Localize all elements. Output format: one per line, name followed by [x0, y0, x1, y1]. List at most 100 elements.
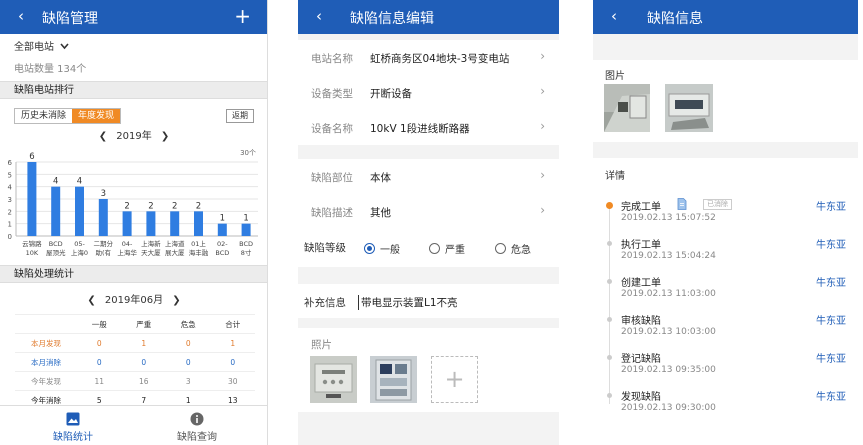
bar-value-label: 3 — [101, 189, 106, 199]
field-station-name[interactable]: 电站名称 虹桥商务区04地块-3号变电站 › — [298, 40, 559, 75]
station-filter[interactable]: 全部电站 — [0, 37, 267, 59]
table-cell: 0 — [77, 352, 122, 372]
bar-chart-svg: 012345630个6云锦路10K4BCD屋顶光405-上海03二期分助(有20… — [8, 149, 258, 257]
picture-section: 图片 — [593, 60, 858, 142]
defect-ranking-chart: 0 1 2 3 4 5 6 30个 6 云锦路 10K 4 BCD 屋顶光 4 05- 上海0 3 二期分 助(有 2 0… — [0, 146, 267, 262]
defect-picture[interactable] — [665, 84, 713, 132]
y-tick-label: 3 — [8, 196, 12, 204]
x-tick-label: 04- — [122, 240, 133, 248]
timeline-dot — [607, 241, 612, 246]
radio-unchecked-icon — [495, 243, 506, 254]
tab-query-label: 缺陷查询 — [177, 432, 217, 443]
prev-year-icon[interactable]: ❮ — [99, 131, 107, 142]
timeline-dot — [607, 279, 612, 284]
table-header-cell: 一般 — [77, 314, 122, 334]
prev-month-icon[interactable]: ❮ — [87, 295, 95, 306]
table-cell: 0 — [166, 333, 211, 353]
photo-thumbnail[interactable] — [370, 356, 417, 403]
field-supplement: 补充信息 带电显示装置L1不亮 — [298, 284, 559, 318]
bar-value-label: 2 — [148, 201, 153, 211]
tab-query[interactable]: 缺陷查询 — [152, 412, 242, 443]
x-tick-label: 展大厦 — [165, 248, 185, 257]
field-defect-part[interactable]: 缺陷部位 本体 › — [298, 159, 559, 194]
table-cell: 3 — [166, 371, 211, 391]
chart-bar — [98, 199, 108, 236]
table-header-row: 一般 严重 危急 合计 — [15, 314, 255, 334]
toggle-annual[interactable]: 年度发现 — [72, 109, 121, 123]
back-icon[interactable]: ‹ — [316, 7, 322, 25]
supplement-input[interactable]: 带电显示装置L1不亮 — [358, 295, 458, 310]
field-value: 开断设备 — [370, 88, 412, 100]
x-tick-label: 上海新 — [141, 239, 161, 248]
table-cell: 16 — [121, 371, 166, 391]
defect-management-panel: ‹ 缺陷管理 + 全部电站 电站数量 134个 缺陷电站排行 历史未消除 年度发… — [0, 0, 268, 445]
timeline-title: 完成工单 — [621, 202, 661, 213]
field-device-type[interactable]: 设备类型 开断设备 › — [298, 75, 559, 110]
table-row: 本月消除 0 0 0 0 — [15, 352, 255, 372]
field-label: 设备类型 — [311, 88, 353, 100]
table-cell: 0 — [166, 352, 211, 372]
timeline-user[interactable]: 牛东亚 — [816, 312, 846, 327]
timeline-title: 发现缺陷 — [621, 392, 661, 403]
table-cell: 0 — [121, 352, 166, 372]
level-radio-critical[interactable]: 危急 — [495, 241, 531, 256]
tab-stats[interactable]: 缺陷统计 — [28, 412, 118, 443]
timeline-user[interactable]: 牛东亚 — [816, 350, 846, 365]
level-radio-serious[interactable]: 严重 — [429, 241, 465, 256]
table-cell: 0 — [77, 333, 122, 353]
stats-section-title: 缺陷处理统计 — [0, 265, 267, 283]
timeline-user[interactable]: 牛东亚 — [816, 388, 846, 403]
add-icon[interactable]: + — [234, 4, 251, 28]
photo-thumbnail[interactable] — [310, 356, 357, 403]
table-header-cell: 危急 — [166, 314, 211, 334]
next-month-icon[interactable]: ❯ — [172, 295, 180, 306]
x-tick-label: 上海0 — [71, 248, 88, 257]
month-navigator: ❮ 2019年06月 ❯ — [0, 291, 267, 306]
info-icon — [190, 412, 204, 426]
timeline-date: 2019.02.13 15:04:24 — [621, 251, 716, 261]
y-tick-label: 5 — [8, 171, 12, 179]
timeline-user[interactable]: 牛东亚 — [816, 236, 846, 251]
timeline-user[interactable]: 牛东亚 — [816, 198, 846, 213]
back-icon[interactable]: ‹ — [18, 7, 24, 25]
table-cell: 1 — [121, 333, 166, 353]
page-title: 缺陷管理 — [42, 11, 98, 27]
timeline-date: 2019.02.13 15:07:52 — [621, 213, 716, 223]
chevron-right-icon: › — [540, 168, 545, 182]
next-year-icon[interactable]: ❯ — [161, 131, 169, 142]
radio-unchecked-icon — [429, 243, 440, 254]
defect-picture[interactable] — [604, 84, 650, 132]
bar-value-label: 1 — [220, 214, 225, 224]
back-icon[interactable]: ‹ — [611, 7, 617, 25]
chevron-right-icon: › — [540, 84, 545, 98]
photo-section: 照片 + — [298, 328, 559, 412]
x-tick-label: BCD — [239, 240, 253, 248]
timeline-date: 2019.02.13 09:30:00 — [621, 403, 716, 413]
timeline-user[interactable]: 牛东亚 — [816, 274, 846, 289]
chart-bar — [217, 223, 227, 236]
bar-value-label: 1 — [243, 214, 248, 224]
chart-bar — [194, 211, 203, 236]
status-badge: 已消除 — [703, 199, 732, 210]
year-navigator: ❮ 2019年 ❯ — [0, 127, 267, 142]
back-period-button[interactable]: 返期 — [226, 109, 254, 123]
x-tick-label: 8寸 — [241, 248, 252, 257]
level-radio-normal[interactable]: 一般 — [364, 241, 400, 256]
ranking-toggle: 历史未消除 年度发现 — [14, 108, 122, 124]
y-tick-label: 2 — [8, 208, 12, 216]
timeline-item: 审核缺陷 2019.02.13 10:03:00 牛东亚 — [593, 312, 858, 350]
chart-bar — [51, 186, 61, 236]
bar-value-label: 2 — [172, 201, 177, 211]
toggle-history[interactable]: 历史未消除 — [15, 109, 72, 123]
add-photo-button[interactable]: + — [431, 356, 478, 403]
field-defect-desc[interactable]: 缺陷描述 其他 › — [298, 194, 559, 229]
document-icon[interactable] — [677, 198, 687, 210]
x-tick-label: BCD — [215, 249, 229, 257]
station-count: 电站数量 134个 — [14, 64, 87, 75]
field-device-name[interactable]: 设备名称 10kV 1段进线断路器 › — [298, 110, 559, 145]
x-tick-label: 上海道 — [165, 239, 185, 248]
photos-label: 照片 — [311, 339, 332, 351]
ranking-section-title: 缺陷电站排行 — [0, 81, 267, 99]
y-tick-label: 1 — [8, 221, 12, 229]
header-bar: ‹ 缺陷管理 + — [0, 0, 267, 34]
